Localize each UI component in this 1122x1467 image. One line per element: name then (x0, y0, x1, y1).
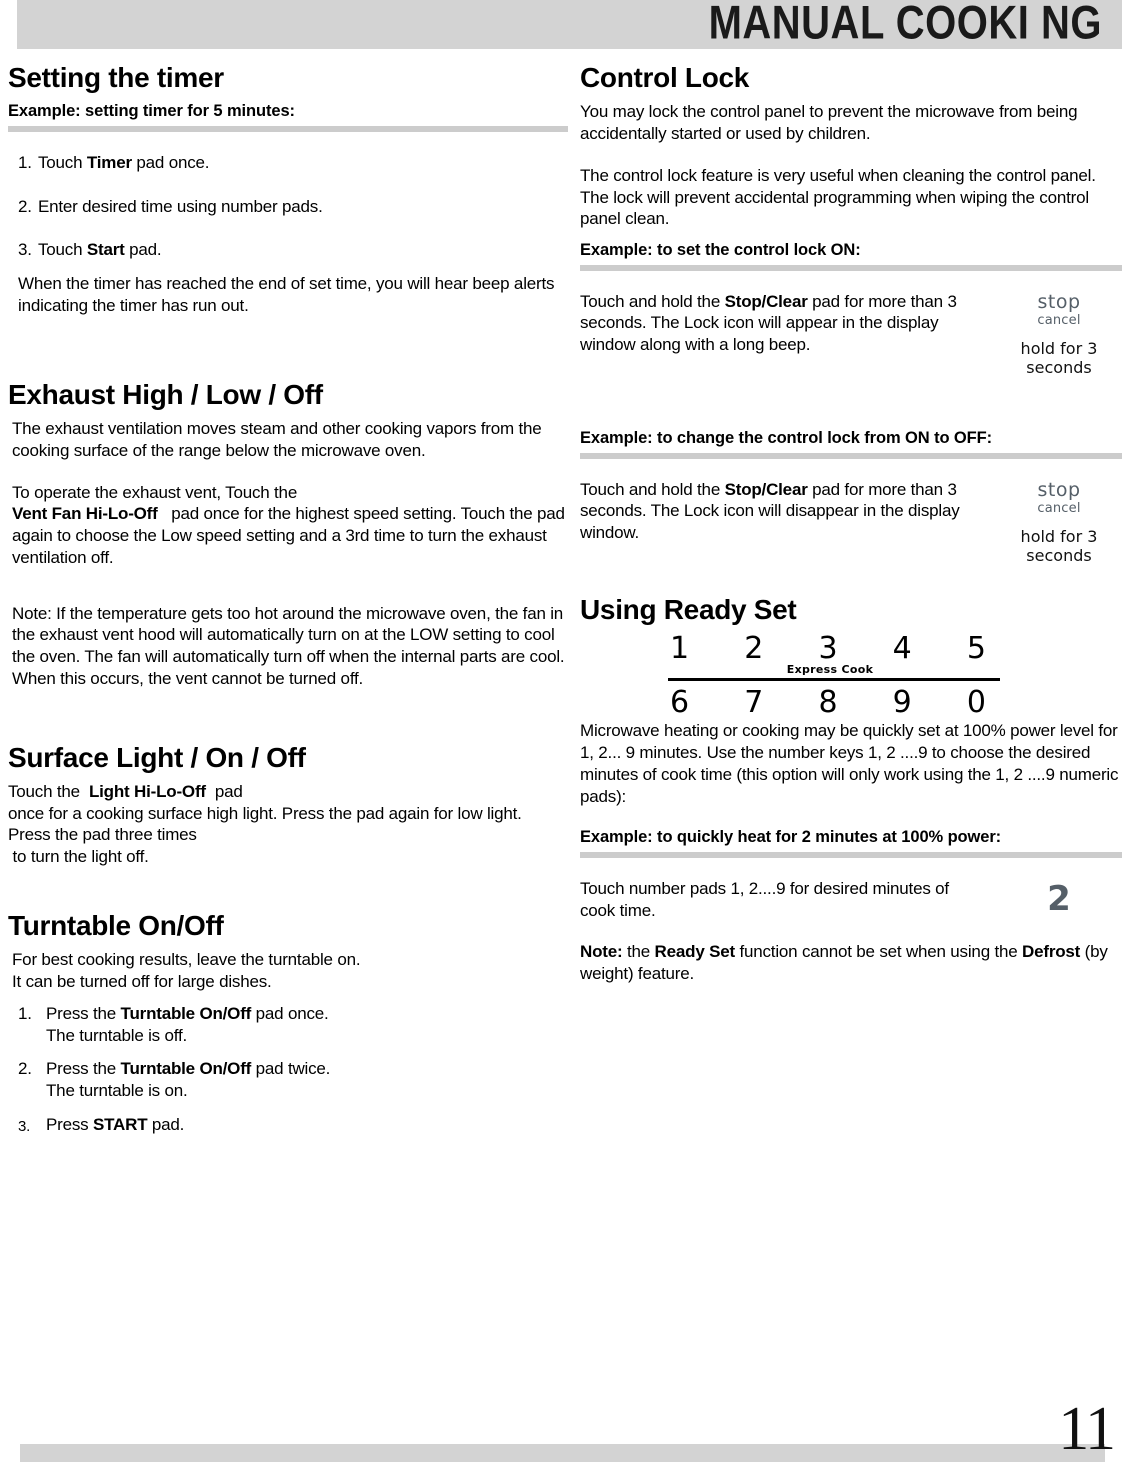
pad-name-light: Light Hi-Lo-Off (88, 781, 206, 801)
list-item: 2. Enter desired time using number pads. (8, 196, 568, 218)
list-number: 1. (18, 152, 32, 172)
turntable-intro: For best cooking results, leave the turn… (12, 950, 361, 992)
list-number: 3. (18, 1117, 31, 1135)
stop-label: stop (1037, 478, 1081, 501)
ready-set-example-heading: Example: to quickly heat for 2 minutes a… (580, 828, 1002, 847)
section-turntable: Turntable On/Off For best cooking result… (8, 910, 568, 1136)
ready-set-note: Note: the Ready Set function cannot be s… (580, 942, 1108, 984)
keypad-key-1: 1 (670, 631, 690, 667)
section-title-turntable: Turntable On/Off (8, 909, 224, 941)
divider-rule (580, 452, 1122, 459)
list-text: Touch Timer pad once. (38, 152, 210, 172)
list-number: 3. (18, 240, 32, 260)
hold-instruction: hold for 3 seconds (1020, 339, 1098, 378)
pad-name-stop-clear: Stop/Clear (724, 479, 808, 499)
footer-bar (20, 1444, 1105, 1462)
manual-page: MANUAL COOKI NG Setting the timer Exampl… (0, 0, 1122, 1467)
surface-light-paragraph: Touch the Light Hi-Lo-Off pad once for a … (8, 781, 522, 867)
control-lock-off-heading: Example: to change the control lock from… (580, 429, 993, 448)
pad-name-timer: Timer (86, 152, 132, 172)
keypad-key-5: 5 (966, 631, 986, 667)
section-title-exhaust: Exhaust High / Low / Off (8, 378, 323, 410)
keypad-row-top: 1 2 3 4 5 (630, 633, 1030, 665)
divider-rule (8, 125, 568, 132)
pad-name-start: START (92, 1114, 148, 1134)
pad-name-turntable: Turntable On/Off (120, 1003, 252, 1023)
stop-cancel-pad-icon: stop cancel hold for 3 seconds (996, 291, 1122, 378)
list-text: Touch Start pad. (38, 240, 162, 260)
stop-label: stop (1037, 290, 1081, 313)
list-item: 2. Press the Turntable On/Off pad twice.… (8, 1058, 568, 1102)
section-title-timer: Setting the timer (8, 62, 224, 93)
feature-name-ready-set: Ready Set (654, 942, 736, 962)
pad-name-turntable: Turntable On/Off (120, 1059, 252, 1079)
header-bar: MANUAL COOKI NG (17, 0, 1122, 49)
timer-example-heading: Example: setting timer for 5 minutes: (8, 102, 295, 121)
ready-set-example-text: Touch number pads 1, 2....9 for desired … (580, 878, 949, 920)
divider-rule (580, 264, 1122, 271)
section-title-ready-set: Using Ready Set (580, 593, 797, 625)
left-column: Setting the timer Example: setting timer… (8, 62, 568, 1138)
keypad-key-2: 2 (744, 631, 764, 667)
exhaust-note: Note: If the temperature gets too hot ar… (12, 603, 565, 688)
right-column: Control Lock You may lock the control pa… (580, 62, 1122, 985)
list-text: Press START pad. (46, 1114, 185, 1134)
exhaust-paragraph-1: The exhaust ventilation moves steam and … (12, 419, 542, 460)
pad-name-stop-clear: Stop/Clear (724, 291, 808, 311)
list-text: Enter desired time using number pads. (38, 196, 323, 216)
cancel-label: cancel (1037, 312, 1081, 328)
list-text: Press the Turntable On/Off pad once. The … (46, 1003, 329, 1045)
ready-set-example-row: Touch number pads 1, 2....9 for desired … (580, 878, 1122, 922)
list-number: 2. (18, 196, 32, 216)
list-item: 1. Press the Turntable On/Off pad once. T… (8, 1003, 568, 1047)
control-lock-off-text: Touch and hold the Stop/Clear pad for mo… (580, 479, 960, 543)
section-setting-the-timer: Setting the timer Example: setting timer… (8, 62, 568, 317)
keypad-digit-2-icon: 2 (1047, 878, 1071, 919)
keypad-key-8: 8 (818, 684, 838, 720)
keypad-key-3: 3 (818, 631, 838, 667)
control-lock-on-text: Touch and hold the Stop/Clear pad for mo… (580, 291, 957, 355)
section-exhaust: Exhaust High / Low / Off The exhaust ven… (8, 379, 568, 690)
ready-set-paragraph: Microwave heating or cooking may be quic… (580, 721, 1119, 806)
list-item: 3. Press START pad. (8, 1114, 568, 1136)
list-item: 1. Touch Timer pad once. (8, 152, 568, 174)
section-title-surface-light: Surface Light / On / Off (8, 741, 306, 773)
express-cook-underline (668, 677, 1000, 681)
page-title: MANUAL COOKI NG (708, 0, 1102, 49)
list-number: 1. (18, 1003, 32, 1023)
section-title-control-lock: Control Lock (580, 62, 750, 93)
section-ready-set: Using Ready Set 1 2 3 4 5 Express Cook 6… (580, 594, 1122, 985)
numeric-keypad-diagram: 1 2 3 4 5 Express Cook 6 7 8 9 0 (630, 633, 1030, 718)
page-number: 11 (1058, 1395, 1116, 1463)
keypad-key-9: 9 (892, 684, 912, 720)
pad-name-vent-fan: Vent Fan Hi-Lo-Off (12, 504, 158, 524)
stop-cancel-pad-icon: stop cancel hold for 3 seconds (996, 479, 1122, 566)
keypad-key-0: 0 (966, 684, 986, 720)
exhaust-paragraph-2: To operate the exhaust vent, Touch the Ve… (12, 482, 565, 567)
control-lock-on-heading: Example: to set the control lock ON: (580, 241, 861, 260)
keypad-key-6: 6 (670, 684, 690, 720)
control-lock-off-row: Touch and hold the Stop/Clear pad for mo… (580, 479, 1122, 566)
section-surface-light: Surface Light / On / Off Touch the Light… (8, 742, 568, 868)
cancel-label: cancel (1037, 500, 1081, 516)
control-lock-paragraph-2: The control lock feature is very useful … (580, 165, 1096, 229)
timer-closing-text: When the timer has reached the end of se… (18, 274, 555, 315)
feature-name-defrost: Defrost (1022, 942, 1081, 962)
control-lock-on-row: Touch and hold the Stop/Clear pad for mo… (580, 291, 1122, 378)
control-lock-paragraph-1: You may lock the control panel to preven… (580, 102, 1078, 144)
keypad-key-7: 7 (744, 684, 764, 720)
list-text: Press the Turntable On/Off pad twice. The… (46, 1059, 331, 1101)
divider-rule (580, 851, 1122, 858)
hold-instruction: hold for 3 seconds (1020, 527, 1098, 566)
list-number: 2. (18, 1059, 32, 1079)
list-item: 3. Touch Start pad. (8, 239, 568, 261)
section-control-lock: Control Lock You may lock the control pa… (580, 62, 1122, 566)
keypad-key-4: 4 (892, 631, 912, 667)
keypad-row-bottom: 6 7 8 9 0 (630, 687, 1030, 719)
pad-name-start: Start (86, 240, 125, 260)
